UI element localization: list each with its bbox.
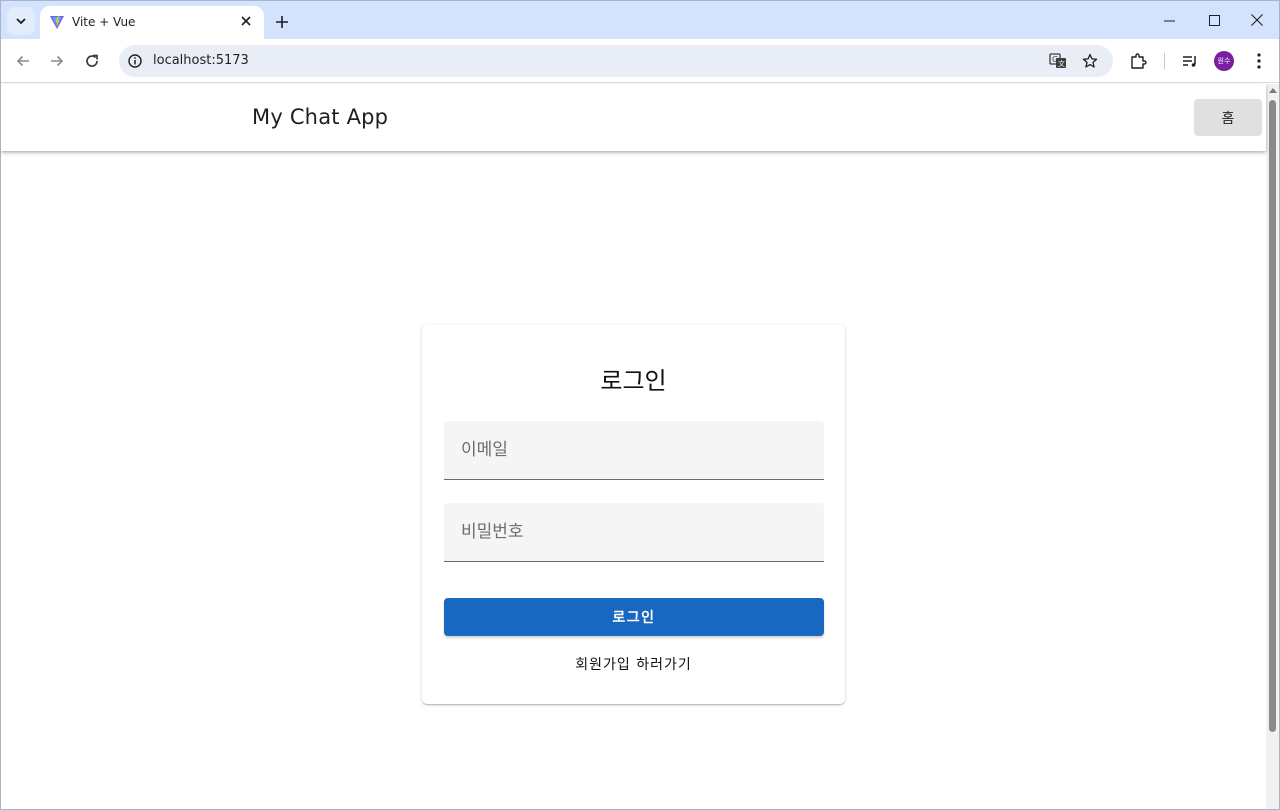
more-vert-icon <box>1257 53 1261 69</box>
reload-icon <box>86 54 98 67</box>
bookmark-button[interactable] <box>1080 51 1100 71</box>
translate-button[interactable]: G文 <box>1048 51 1068 71</box>
menu-button[interactable] <box>1248 50 1270 72</box>
tab-close-button[interactable] <box>238 13 254 29</box>
tab-title: Vite + Vue <box>72 15 136 29</box>
login-title: 로그인 <box>600 367 667 395</box>
scroll-up-arrow-icon[interactable] <box>1269 88 1277 93</box>
plus-icon <box>276 16 288 28</box>
signup-link[interactable]: 회원가입 하러가기 <box>422 654 845 674</box>
forward-button[interactable] <box>43 47 71 75</box>
app-bar: My Chat App 홈 <box>1 84 1266 151</box>
home-button[interactable]: 홈 <box>1194 99 1262 136</box>
login-card: 로그인 로그인 회원가입 하러가기 <box>422 325 845 704</box>
forward-icon <box>51 55 64 67</box>
url-text: localhost:5173 <box>153 53 249 68</box>
page-scrollbar[interactable] <box>1266 84 1279 809</box>
email-field[interactable] <box>444 421 824 480</box>
translate-icon: G文 <box>1049 53 1066 68</box>
info-icon <box>128 54 142 68</box>
browser-window: Vite + Vue localhost:5173 G 文 원수 My Chat… <box>0 0 1280 810</box>
close-icon <box>241 16 251 26</box>
svg-text:文: 文 <box>1058 59 1065 68</box>
address-bar[interactable]: localhost:5173 G文 <box>119 45 1113 77</box>
media-controls-icon <box>1183 56 1196 67</box>
window-close-icon <box>1251 14 1263 26</box>
window-close-button[interactable] <box>1242 7 1272 33</box>
tab-search-icon <box>16 18 26 25</box>
back-icon <box>16 55 29 67</box>
media-controls-button[interactable] <box>1179 50 1201 72</box>
minimize-icon <box>1163 20 1175 21</box>
password-field[interactable] <box>444 503 824 562</box>
new-tab-button[interactable] <box>271 11 293 33</box>
email-input[interactable] <box>444 421 824 479</box>
minimize-button[interactable] <box>1154 7 1184 33</box>
site-info-button[interactable] <box>126 52 144 70</box>
password-input[interactable] <box>444 503 824 561</box>
maximize-icon <box>1208 14 1220 26</box>
login-button[interactable]: 로그인 <box>444 598 824 636</box>
app-title: My Chat App <box>252 105 389 129</box>
maximize-button[interactable] <box>1199 7 1229 33</box>
back-button[interactable] <box>9 47 37 75</box>
extensions-button[interactable] <box>1127 50 1149 72</box>
browser-tab[interactable]: Vite + Vue <box>40 6 264 39</box>
page-viewport: My Chat App 홈 로그인 로그인 회원가입 하러가기 <box>1 84 1266 809</box>
reload-button[interactable] <box>78 47 106 75</box>
star-icon <box>1082 53 1098 68</box>
profile-avatar[interactable]: 원수 <box>1214 51 1234 71</box>
tab-strip: Vite + Vue <box>1 1 1279 39</box>
browser-toolbar: localhost:5173 G文 원수 <box>1 39 1279 83</box>
extensions-icon <box>1131 53 1147 69</box>
vite-logo-icon <box>50 16 64 29</box>
tab-search-button[interactable] <box>7 7 35 35</box>
scrollbar-thumb[interactable] <box>1269 100 1276 732</box>
toolbar-separator <box>1164 53 1165 69</box>
